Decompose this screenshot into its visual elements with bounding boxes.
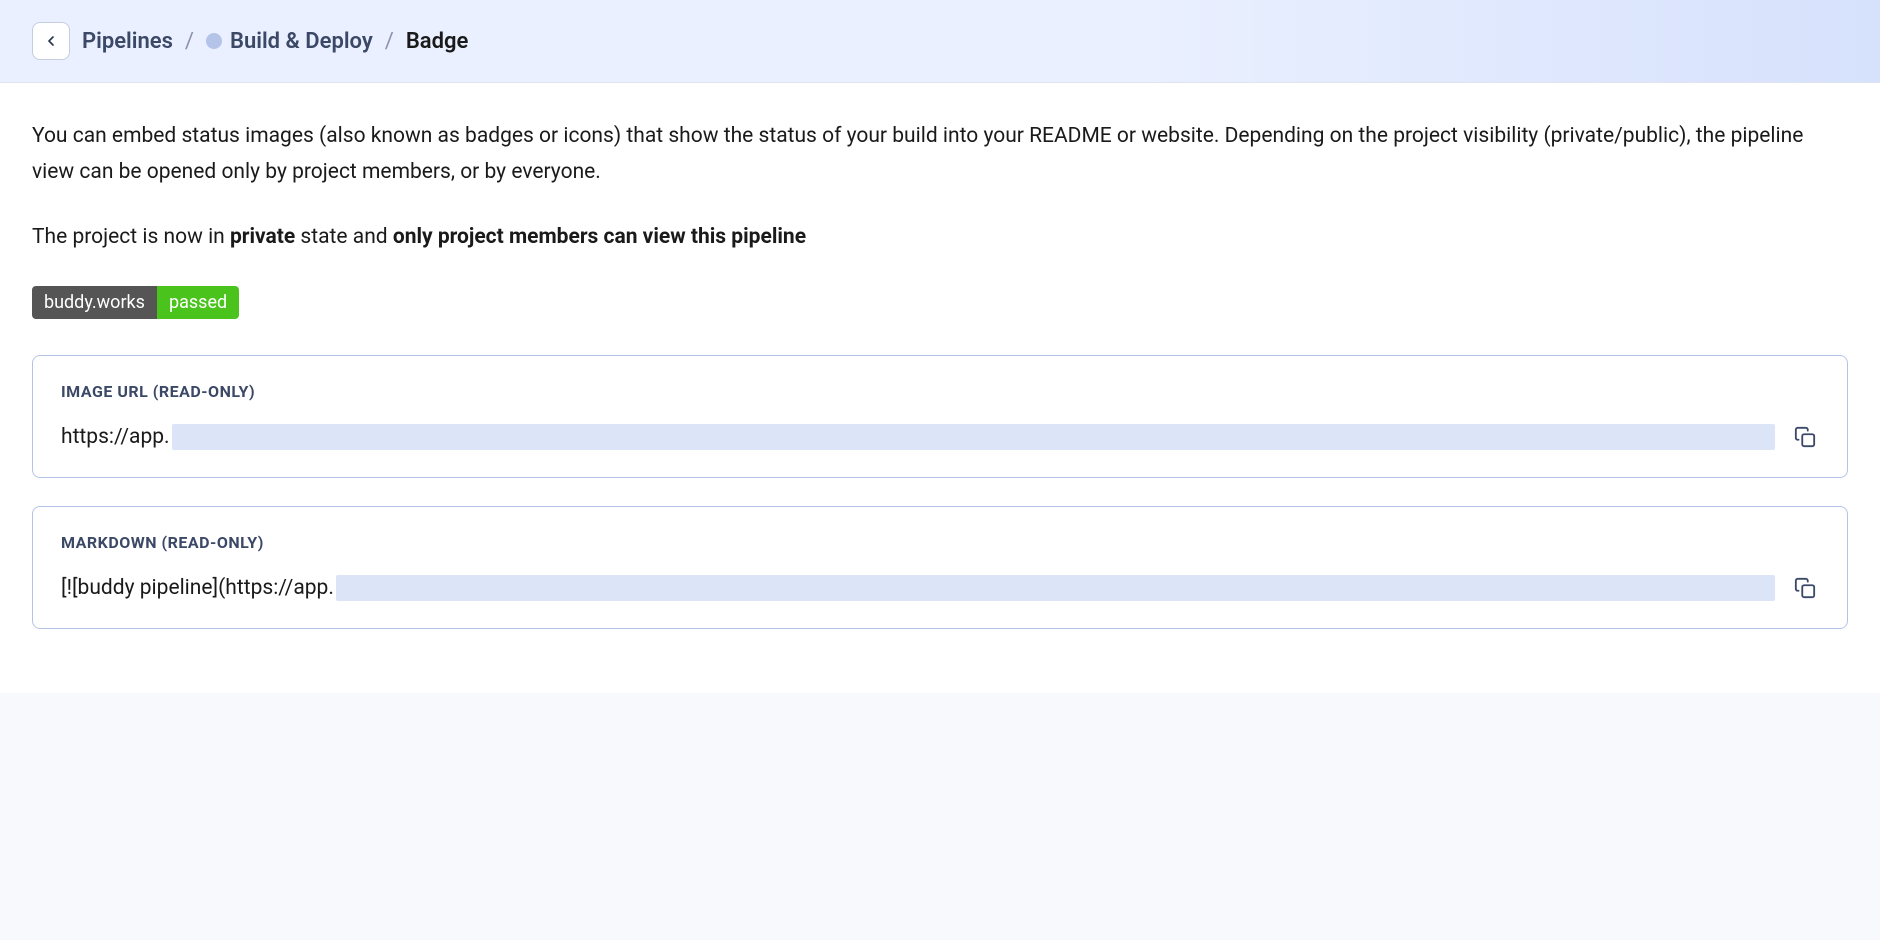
page-content: You can embed status images (also known … xyxy=(0,83,1880,693)
image-url-label: IMAGE URL (READ-ONLY) xyxy=(61,382,1819,401)
markdown-field: MARKDOWN (READ-ONLY) [![buddy pipeline](… xyxy=(32,506,1848,629)
breadcrumb: Pipelines / Build & Deploy / Badge xyxy=(82,29,468,54)
redacted-content xyxy=(336,575,1775,601)
back-button[interactable] xyxy=(32,22,70,60)
breadcrumb-pipelines[interactable]: Pipelines xyxy=(82,29,173,54)
image-url-field: IMAGE URL (READ-ONLY) https://app. xyxy=(32,355,1848,478)
markdown-label: MARKDOWN (READ-ONLY) xyxy=(61,533,1819,552)
chevron-left-icon xyxy=(43,33,59,49)
visibility-prefix: The project is now in xyxy=(32,225,230,249)
markdown-text: [![buddy pipeline](https://app. xyxy=(61,576,334,600)
badge-service: buddy.works xyxy=(32,286,157,319)
status-badge: buddy.works passed xyxy=(32,286,239,319)
description-text: You can embed status images (also known … xyxy=(32,119,1848,190)
status-dot-icon xyxy=(206,33,222,49)
visibility-note: The project is now in private state and … xyxy=(32,220,1848,256)
page-header: Pipelines / Build & Deploy / Badge xyxy=(0,0,1880,83)
breadcrumb-build-deploy[interactable]: Build & Deploy xyxy=(230,29,373,54)
copy-image-url-button[interactable] xyxy=(1791,423,1819,451)
markdown-value[interactable]: [![buddy pipeline](https://app. xyxy=(61,575,1775,601)
breadcrumb-separator: / xyxy=(385,29,394,54)
copy-markdown-button[interactable] xyxy=(1791,574,1819,602)
image-url-text: https://app. xyxy=(61,425,170,449)
visibility-middle: state and xyxy=(295,225,393,249)
copy-icon xyxy=(1794,577,1816,599)
visibility-restriction: only project members can view this pipel… xyxy=(393,225,806,249)
image-url-value[interactable]: https://app. xyxy=(61,424,1775,450)
breadcrumb-separator: / xyxy=(185,29,194,54)
breadcrumb-current: Badge xyxy=(406,29,469,54)
redacted-content xyxy=(172,424,1775,450)
copy-icon xyxy=(1794,426,1816,448)
badge-status: passed xyxy=(157,286,239,319)
visibility-state: private xyxy=(230,225,295,249)
